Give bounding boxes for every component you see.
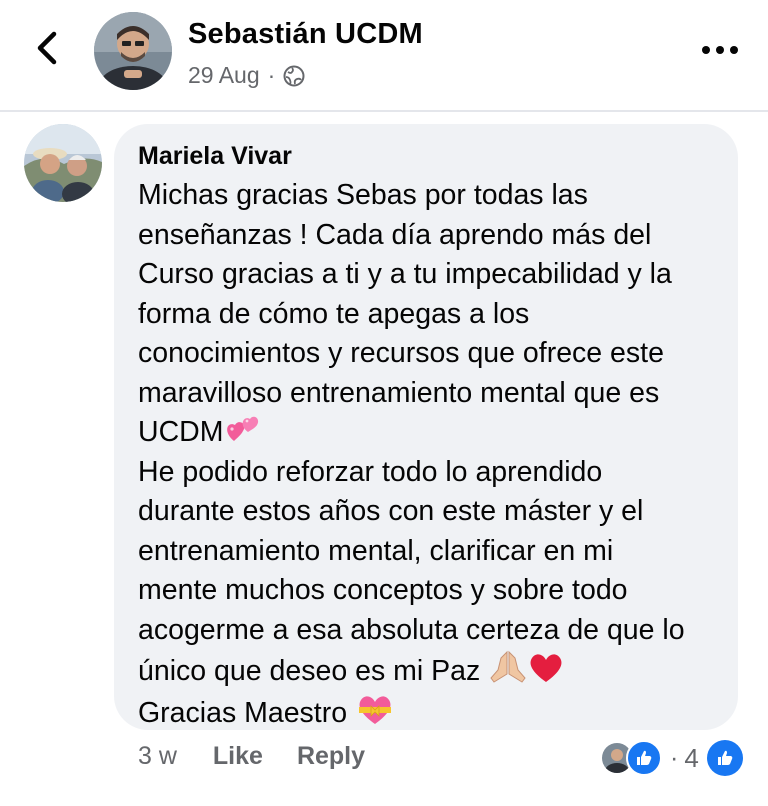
comment-line: durante estos años con este máster y el — [138, 495, 644, 527]
author-name[interactable]: Sebastián UCDM — [188, 18, 423, 51]
comment-line: Michas gracias Sebas por todas las — [138, 179, 588, 211]
two-hearts-emoji-icon — [226, 416, 258, 441]
comment-line: forma de cómo te apegas a los — [138, 297, 530, 330]
comment-timestamp[interactable]: 3 w — [138, 742, 177, 771]
chevron-left-icon — [37, 31, 57, 65]
comment-line-with-emoji: Gracias Maestro — [138, 692, 738, 734]
comment-line-with-emoji: UCDM — [138, 413, 738, 453]
comment-line: mente muchos conceptos y sobre todo — [138, 574, 628, 606]
post-header: Sebastián UCDM 29 Aug · — [0, 0, 768, 112]
red-heart-emoji-icon — [530, 654, 562, 682]
author-avatar[interactable] — [94, 12, 172, 90]
comment-line-with-emoji: único que deseo es mi Paz — [138, 650, 738, 692]
commenter-name[interactable]: Mariela Vivar — [138, 142, 292, 171]
commenter-avatar[interactable] — [24, 124, 102, 202]
comment-line: enseñanzas ! Cada día aprendo más del — [138, 218, 652, 251]
comment-line: He podido reforzar todo lo aprendido — [138, 455, 603, 488]
ellipsis-icon-dot — [702, 46, 710, 54]
reaction-separator: · — [670, 743, 679, 772]
reply-button[interactable]: Reply — [297, 742, 365, 771]
comment-line: acogerme a esa absoluta certeza de que l… — [138, 613, 685, 646]
comment-line: Curso gracias a ti y a tu impecabilidad … — [138, 258, 672, 290]
meta-separator: · — [267, 62, 276, 88]
comment-line: maravilloso entrenamiento mental que es — [138, 376, 660, 409]
post-meta: 29 Aug · — [188, 62, 305, 89]
ellipsis-icon-dot — [730, 46, 738, 54]
like-button[interactable]: Like — [213, 742, 263, 771]
comment-actions: 3 w Like Reply — [138, 742, 399, 771]
comment-line-text: único que deseo es mi Paz — [138, 655, 481, 687]
praying-hands-emoji-icon — [490, 650, 526, 683]
comment-line: conocimientos y recursos que ofrece este — [138, 337, 664, 369]
comment-line-text: UCDM — [138, 416, 224, 448]
globe-icon — [283, 65, 305, 86]
comment-line: entrenamiento mental, clarificar en mi — [138, 534, 614, 567]
thumbs-up-reaction-icon — [626, 740, 662, 776]
thumbs-up-icon[interactable] — [706, 740, 743, 776]
reaction-summary[interactable]: · 4 — [600, 740, 743, 776]
reaction-count: 4 — [684, 742, 699, 773]
heart-with-ribbon-emoji-icon — [358, 695, 391, 724]
post-date[interactable]: 29 Aug — [188, 62, 260, 89]
comment-text: Michas gracias Sebas por todas las enseñ… — [138, 176, 738, 733]
comment-line-text: Gracias Maestro — [138, 696, 348, 729]
back-button[interactable] — [28, 28, 68, 68]
more-options-button[interactable] — [700, 36, 740, 64]
ellipsis-icon-dot — [716, 46, 724, 54]
comment-bubble: Mariela Vivar Michas gracias Sebas por t… — [114, 124, 738, 730]
